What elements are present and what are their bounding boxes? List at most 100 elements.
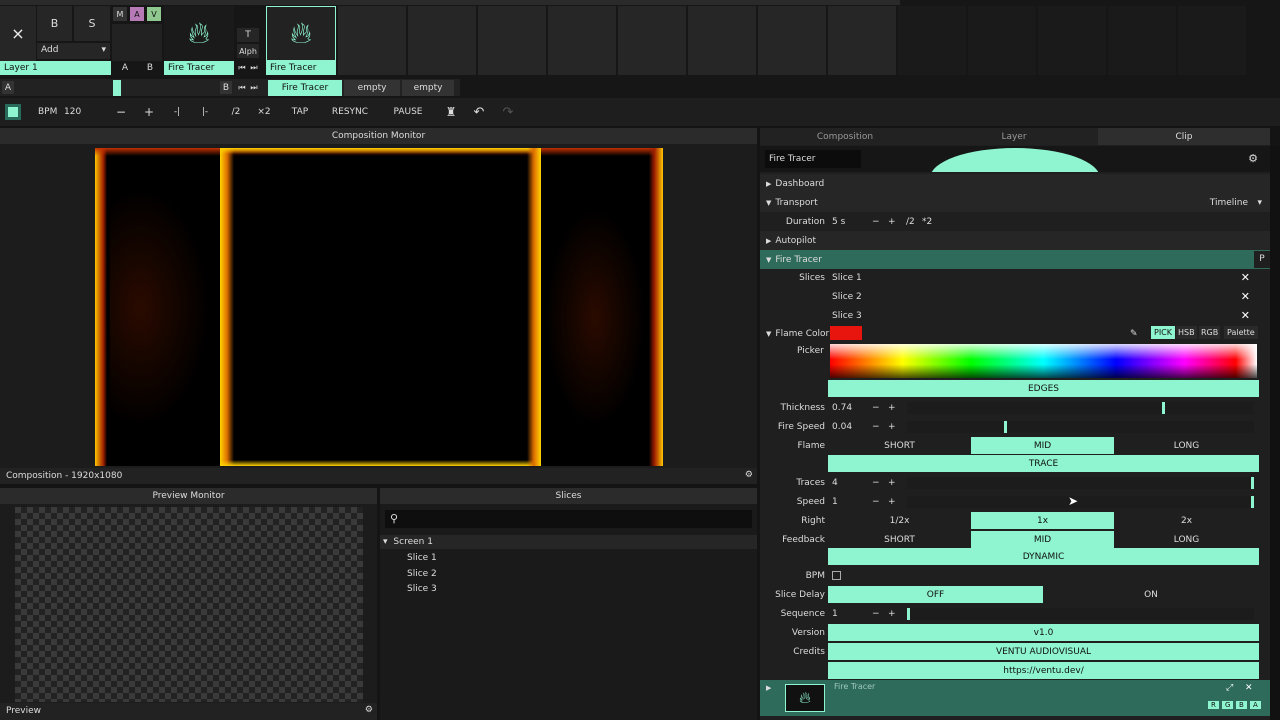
clip-slot-2[interactable]: 🔥︎ xyxy=(266,6,336,61)
nudge-back-button[interactable]: -| xyxy=(166,101,188,123)
flame-mid-option[interactable]: MID xyxy=(971,437,1114,454)
thickness-minus-button[interactable]: − xyxy=(872,403,880,413)
thickness-value[interactable]: 0.74 xyxy=(832,403,852,413)
empty-slot[interactable] xyxy=(338,6,406,75)
composition-output[interactable] xyxy=(95,148,663,466)
right-2x-option[interactable]: 2x xyxy=(1114,512,1259,529)
layer-close-button[interactable]: × xyxy=(0,6,36,61)
dynamic-section[interactable]: DYNAMIC xyxy=(828,548,1259,565)
slice-item[interactable]: Slice 2 xyxy=(407,569,437,579)
right-half-option[interactable]: 1/2x xyxy=(828,512,971,529)
thickness-slider[interactable] xyxy=(907,402,1254,414)
slice-item[interactable]: Slice 3 xyxy=(407,584,437,594)
column-button-3[interactable]: empty xyxy=(402,80,454,96)
sequence-value[interactable]: 1 xyxy=(832,609,838,619)
flame-color-swatch[interactable] xyxy=(830,326,862,340)
skip-prev-icon[interactable]: ⏮ xyxy=(237,61,247,75)
channel-g-button[interactable]: G xyxy=(1222,701,1234,709)
layer-name[interactable]: Layer 1 xyxy=(0,61,111,75)
credits-value[interactable]: VENTU AUDIOVISUAL xyxy=(828,643,1259,660)
slice-delay-on-option[interactable]: ON xyxy=(1043,586,1259,603)
effect-thumbnail[interactable]: 🔥︎ xyxy=(785,684,825,712)
slider-knob[interactable] xyxy=(1251,477,1254,489)
sequence-minus-button[interactable]: − xyxy=(872,609,880,619)
duration-minus-button[interactable]: − xyxy=(872,217,880,227)
transition-button[interactable]: T xyxy=(237,28,259,42)
traces-plus-button[interactable]: + xyxy=(888,478,896,488)
gear-icon[interactable]: ⚙ xyxy=(745,470,753,480)
close-icon[interactable]: ✕ xyxy=(1241,290,1250,303)
sequence-slider[interactable] xyxy=(907,608,1254,620)
skip-next-icon[interactable]: ⏭ xyxy=(249,61,259,75)
duration-value[interactable]: 5 s xyxy=(832,217,845,227)
fire-speed-slider[interactable] xyxy=(907,421,1254,433)
deck-a-button[interactable]: A xyxy=(2,81,14,94)
video-button[interactable]: V xyxy=(147,7,161,21)
undo-icon[interactable]: ↶ xyxy=(468,101,490,123)
redo-icon[interactable]: ↷ xyxy=(497,101,519,123)
clip-slot-2-name[interactable]: Fire Tracer xyxy=(266,61,336,75)
empty-slot[interactable] xyxy=(618,6,686,75)
column-button-2[interactable]: empty xyxy=(344,80,400,96)
eyedropper-icon[interactable]: ✎ xyxy=(1130,329,1138,339)
preview-canvas[interactable] xyxy=(15,507,363,702)
deck-b-button[interactable]: B xyxy=(220,81,232,94)
duration-plus-button[interactable]: + xyxy=(888,217,896,227)
clip-name-field[interactable]: Fire Tracer xyxy=(765,150,861,168)
tab-composition[interactable]: Composition xyxy=(760,128,930,145)
channel-r-button[interactable]: R xyxy=(1208,701,1219,709)
clip-slot-1-name[interactable]: Fire Tracer xyxy=(164,61,234,75)
slice-item[interactable]: Slice 1 xyxy=(407,553,437,563)
empty-slot[interactable] xyxy=(968,6,1036,75)
empty-slot[interactable] xyxy=(478,6,546,75)
channel-a-button[interactable]: A xyxy=(1250,701,1261,709)
crossfader-handle[interactable] xyxy=(113,80,121,96)
pause-button[interactable]: PAUSE xyxy=(388,101,428,123)
traces-value[interactable]: 4 xyxy=(832,478,838,488)
palette-mode-button[interactable]: Palette xyxy=(1224,326,1258,339)
empty-slot[interactable] xyxy=(1178,6,1246,75)
effect-header[interactable]: ▼ Fire Tracer P xyxy=(760,250,1270,269)
flame-long-option[interactable]: LONG xyxy=(1114,437,1259,454)
speed-minus-button[interactable]: − xyxy=(872,497,880,507)
half-bpm-button[interactable]: /2 xyxy=(224,101,248,123)
credits-url[interactable]: https://ventu.dev/ xyxy=(828,662,1259,679)
dashboard-row[interactable]: ▶ Dashboard xyxy=(760,174,1270,193)
slice-delay-off-option[interactable]: OFF xyxy=(828,586,1043,603)
speed-plus-button[interactable]: + xyxy=(888,497,896,507)
empty-slot[interactable] xyxy=(688,6,756,75)
empty-slot[interactable] xyxy=(408,6,476,75)
empty-slot[interactable] xyxy=(828,6,896,75)
slices-search[interactable]: ⚲ xyxy=(385,510,752,528)
channel-b-button[interactable]: B xyxy=(1236,701,1247,709)
slice-name[interactable]: Slice 1 xyxy=(832,273,862,283)
gear-icon[interactable]: ⚙ xyxy=(365,705,373,715)
thickness-plus-button[interactable]: + xyxy=(888,403,896,413)
close-icon[interactable]: ✕ xyxy=(1241,309,1250,322)
resync-button[interactable]: RESYNC xyxy=(326,101,374,123)
skip-prev-icon[interactable]: ⏮ xyxy=(237,81,247,94)
trace-section[interactable]: TRACE xyxy=(828,455,1259,472)
mask-button[interactable]: M xyxy=(113,7,127,21)
transport-row[interactable]: ▼ Transport Timeline ▾ xyxy=(760,193,1270,212)
metronome-icon[interactable]: ♜ xyxy=(440,101,462,123)
speed-slider[interactable] xyxy=(907,496,1254,508)
feedback-short-option[interactable]: SHORT xyxy=(828,531,971,548)
speed-value[interactable]: 1 xyxy=(832,497,838,507)
timeline-dropdown[interactable]: Timeline xyxy=(1210,198,1248,208)
traces-minus-button[interactable]: − xyxy=(872,478,880,488)
slider-knob[interactable] xyxy=(1004,421,1007,433)
slider-knob[interactable] xyxy=(907,608,910,620)
tab-layer[interactable]: Layer xyxy=(930,128,1098,145)
close-icon[interactable]: ✕ xyxy=(1241,271,1250,284)
flame-short-option[interactable]: SHORT xyxy=(828,437,971,454)
color-picker-spectrum[interactable] xyxy=(830,344,1257,378)
audio-button[interactable]: A xyxy=(130,7,144,21)
nudge-forward-button[interactable]: |- xyxy=(194,101,216,123)
bpm-checkbox[interactable] xyxy=(832,571,841,580)
slider-knob[interactable] xyxy=(1251,496,1254,508)
empty-slot[interactable] xyxy=(898,6,966,75)
target-a-button[interactable]: A xyxy=(118,61,132,75)
tab-clip[interactable]: Clip xyxy=(1098,128,1270,145)
target-b-button[interactable]: B xyxy=(143,61,157,75)
